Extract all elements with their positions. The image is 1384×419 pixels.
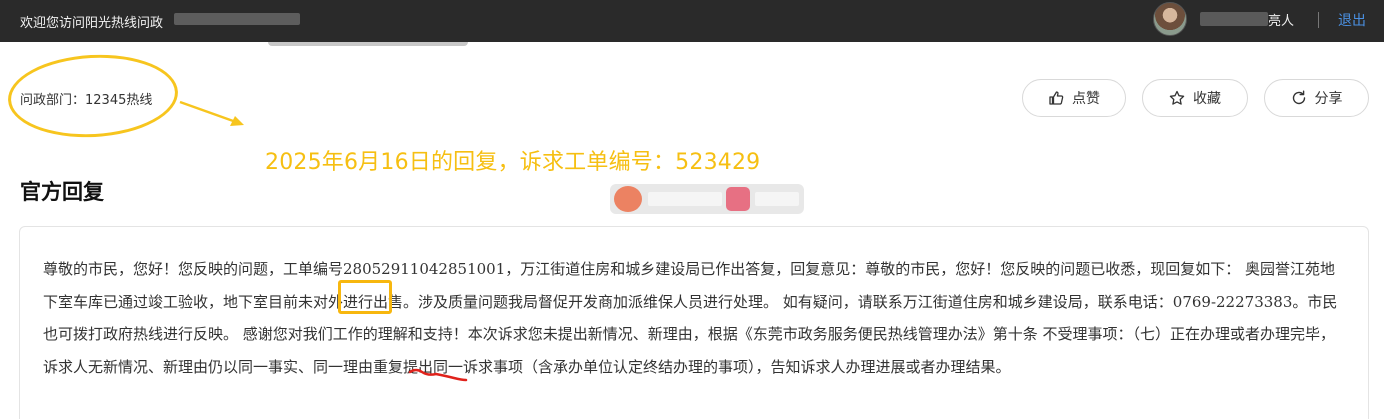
highlight-box — [338, 280, 392, 314]
like-label: 点赞 — [1072, 91, 1100, 107]
squiggle-underline-icon — [408, 368, 468, 382]
news-app-logo-icon — [726, 187, 750, 211]
sunshine-logo-icon — [614, 186, 642, 212]
date-annotation: 2025年6月16日的回复，诉求工单编号：523429 — [265, 150, 761, 175]
avatar[interactable] — [1153, 2, 1187, 36]
tab-indicator — [268, 42, 468, 46]
section-title: 官方回复 — [20, 180, 104, 204]
username[interactable]: 亮人 — [1268, 10, 1294, 29]
star-icon — [1169, 90, 1185, 105]
share-label: 分享 — [1314, 91, 1343, 107]
thumbs-up-icon — [1049, 91, 1064, 105]
top-bar: 欢迎您访问阳光热线问政 亮人 退出 — [0, 0, 1384, 42]
logout-link[interactable]: 退出 — [1338, 10, 1366, 30]
favorite-button[interactable]: 收藏 — [1142, 79, 1248, 117]
department-label: 问政部门：12345热线 — [20, 93, 153, 108]
share-button[interactable]: 分享 — [1264, 79, 1369, 117]
arrow-annotation-icon — [179, 100, 244, 126]
reply-text: 尊敬的市民，您好！您反映的问题，工单编号28052911042851001，万江… — [43, 260, 1338, 376]
watermark-text — [648, 192, 722, 206]
reply-content-box: 尊敬的市民，您好！您反映的问题，工单编号28052911042851001，万江… — [19, 226, 1369, 419]
share-refresh-icon — [1292, 90, 1305, 105]
redacted-username — [1200, 12, 1268, 26]
header-divider — [1318, 12, 1319, 28]
watermark-text — [755, 192, 799, 206]
welcome-text: 欢迎您访问阳光热线问政 — [20, 16, 164, 31]
favorite-label: 收藏 — [1193, 91, 1221, 107]
like-button[interactable]: 点赞 — [1022, 79, 1126, 117]
redacted-text — [174, 13, 300, 25]
watermark-logo — [610, 184, 804, 214]
